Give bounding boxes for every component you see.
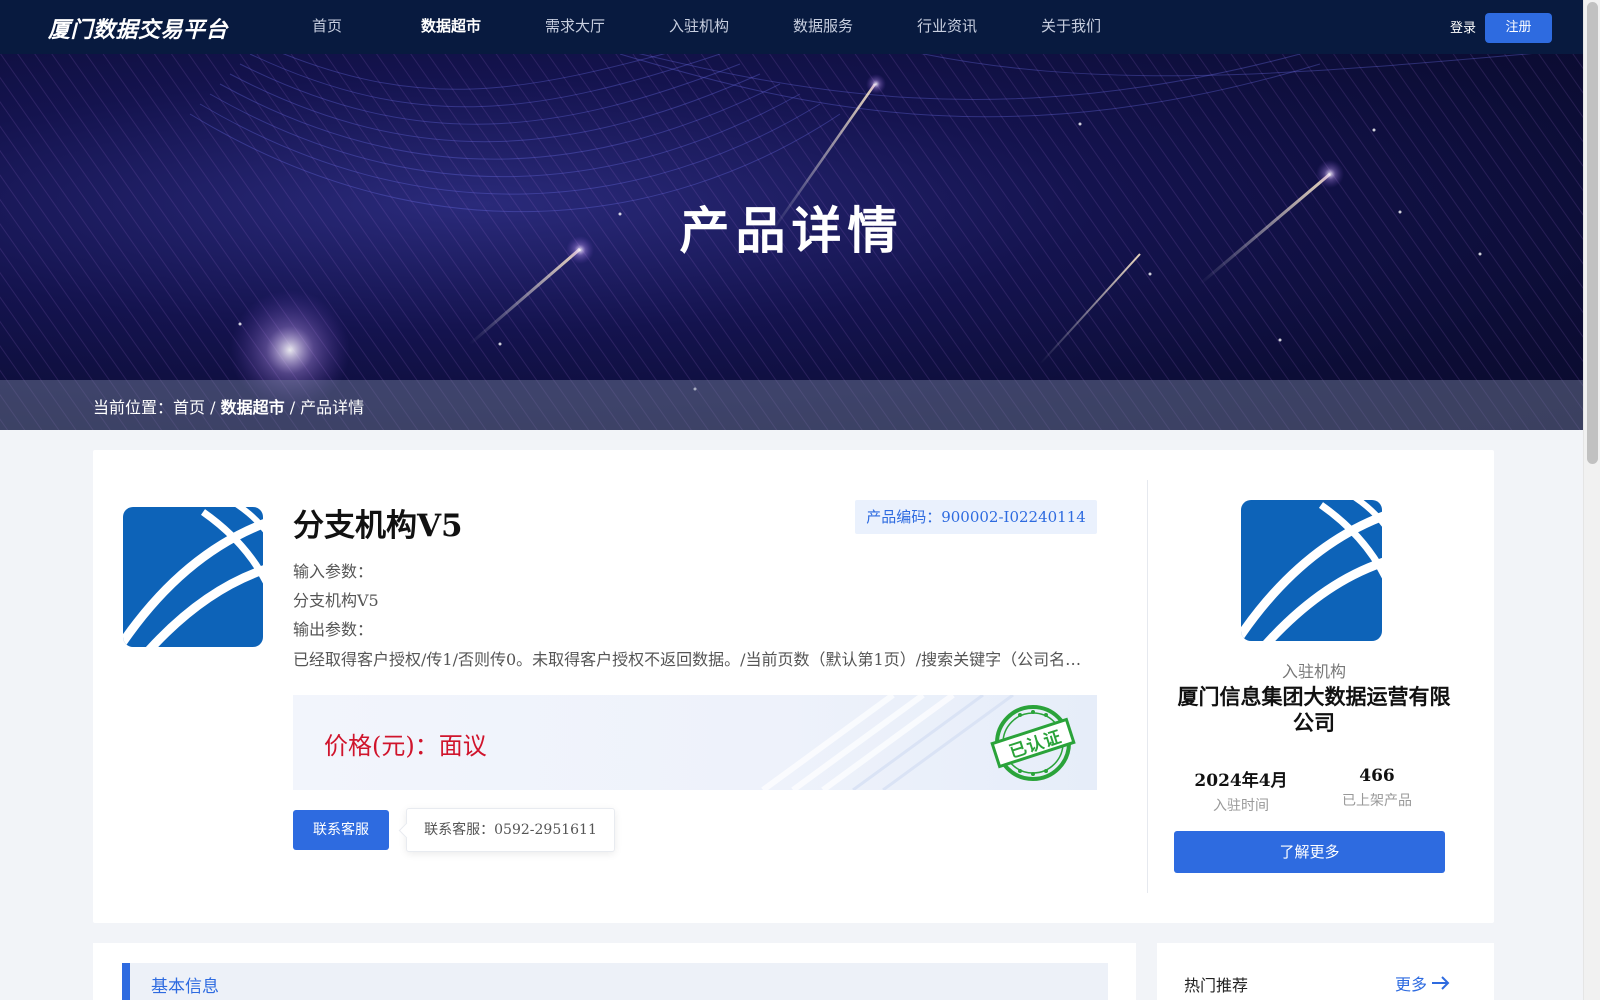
product-card: 分支机构V5 产品编码：900002-I02240114 输入参数： 分支机构V… (93, 450, 1494, 923)
hot-recommend-section: 热门推荐 更多 (1157, 943, 1494, 1000)
stat-products: 466 已上架产品 (1317, 766, 1437, 810)
page-banner: 产品详情 当前位置：首页 / 数据超市 / 产品详情 (0, 54, 1583, 430)
nav-institutions[interactable]: 入驻机构 (637, 0, 761, 54)
price-box: 价格(元)：面议 已认证 (293, 695, 1097, 790)
org-logo (1241, 500, 1382, 641)
breadcrumb-current: / 产品详情 (289, 398, 365, 417)
input-params-label: 输入参数： (293, 562, 374, 581)
join-time-value: 2024年4月 (1194, 771, 1288, 791)
breadcrumb-home[interactable]: 首页 (173, 398, 205, 417)
output-params-label: 输出参数： (293, 620, 374, 639)
basic-info-title: 基本信息 (151, 977, 219, 997)
page-scrollbar[interactable] (1583, 0, 1600, 1000)
join-time-label: 入驻时间 (1213, 798, 1269, 814)
nav-industry-news[interactable]: 行业资讯 (885, 0, 1009, 54)
scrollbar-thumb[interactable] (1587, 2, 1598, 464)
site-logo[interactable]: 厦门数据交易平台 (48, 12, 228, 44)
product-code-badge: 产品编码：900002-I02240114 (855, 500, 1097, 534)
hot-recommend-title: 热门推荐 (1184, 976, 1249, 995)
output-params-value: 已经取得客户授权/传1/否则传0。未取得客户授权不返回数据。/当前页数（默认第1… (293, 650, 1093, 669)
hot-more-label: 更多 (1395, 975, 1428, 994)
org-name[interactable]: 厦门信息集团大数据运营有限公司 (1172, 684, 1456, 736)
breadcrumb-separator: / (205, 398, 221, 417)
products-count-label: 已上架产品 (1342, 793, 1412, 809)
banner-title: 产品详情 (679, 201, 904, 260)
basic-info-header: 基本信息 (122, 963, 1108, 1000)
basic-info-section: 基本信息 (93, 943, 1136, 1000)
arrow-right-icon (1432, 976, 1450, 990)
contact-service-button[interactable]: 联系客服 (293, 810, 389, 850)
price-text: 价格(元)：面议 (324, 732, 487, 760)
contact-phone-tooltip: 联系客服：0592-2951611 (406, 808, 615, 852)
nav-home[interactable]: 首页 (265, 0, 389, 54)
stat-join-time: 2024年4月 入驻时间 (1181, 766, 1301, 815)
nav-data-market[interactable]: 数据超市 (389, 0, 513, 54)
products-count-value: 466 (1359, 766, 1395, 786)
org-label: 入驻机构 (1281, 662, 1346, 681)
hot-more-link[interactable]: 更多 (1395, 971, 1451, 995)
input-params-value: 分支机构V5 (293, 591, 379, 610)
login-link[interactable]: 登录 (1450, 17, 1476, 36)
nav-demand-hall[interactable]: 需求大厅 (513, 0, 637, 54)
learn-more-button[interactable]: 了解更多 (1174, 831, 1445, 873)
nav-data-services[interactable]: 数据服务 (761, 0, 885, 54)
register-button[interactable]: 注册 (1485, 13, 1552, 43)
brand-arcs-icon (123, 507, 263, 647)
top-header: 厦门数据交易平台 首页 数据超市 需求大厅 入驻机构 数据服务 行业资讯 关于我… (0, 0, 1583, 54)
breadcrumb-bar: 当前位置：首页 / 数据超市 / 产品详情 (0, 380, 1583, 430)
breadcrumb-prefix: 当前位置： (93, 398, 174, 417)
breadcrumb-data-market[interactable]: 数据超市 (221, 398, 285, 417)
card-divider (1147, 480, 1148, 893)
main-nav: 首页 数据超市 需求大厅 入驻机构 数据服务 行业资讯 关于我们 (265, 0, 1133, 54)
product-title: 分支机构V5 (293, 508, 463, 544)
brand-arcs-icon (1241, 500, 1382, 641)
breadcrumb: 当前位置：首页 / 数据超市 / 产品详情 (93, 394, 364, 418)
product-logo (123, 507, 263, 647)
nav-about-us[interactable]: 关于我们 (1009, 0, 1133, 54)
